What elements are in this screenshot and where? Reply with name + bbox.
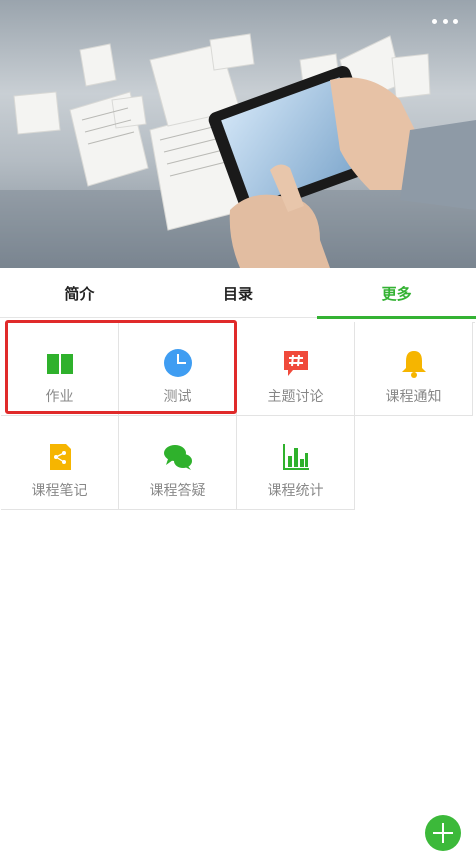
tab-catalog[interactable]: 目录	[159, 268, 318, 318]
bar-chart-icon	[282, 444, 309, 470]
bell-icon	[401, 351, 426, 378]
feature-label: 测试	[163, 389, 192, 405]
feature-homework[interactable]: 作业	[1, 322, 119, 416]
dot	[432, 18, 437, 24]
feature-label: 课程笔记	[31, 483, 88, 499]
banner-illustration	[0, 33, 476, 268]
feature-course-qa[interactable]: 课程答疑	[119, 416, 237, 510]
feature-label: 课程统计	[267, 483, 324, 499]
feature-label: 课程通知	[385, 389, 442, 405]
tab-intro[interactable]: 简介	[0, 268, 159, 318]
share-note-icon	[49, 444, 71, 470]
feature-course-notice[interactable]: 课程通知	[355, 322, 473, 416]
feature-label: 主题讨论	[267, 389, 324, 405]
book-icon	[46, 354, 73, 374]
tab-more[interactable]: 更多	[317, 268, 476, 319]
feature-topic-discussion[interactable]: 主题讨论	[237, 322, 355, 416]
feature-course-notes[interactable]: 课程笔记	[1, 416, 119, 510]
dot	[442, 18, 448, 24]
feature-course-statistics[interactable]: 课程统计	[237, 416, 355, 510]
more-options-button[interactable]	[432, 14, 458, 28]
dot	[453, 18, 458, 24]
feature-label: 课程答疑	[149, 483, 206, 499]
chat-bubbles-icon	[163, 445, 192, 470]
feature-label: 作业	[45, 389, 74, 405]
feature-test[interactable]: 测试	[119, 322, 237, 416]
course-banner-image	[0, 0, 476, 268]
add-button[interactable]	[425, 815, 461, 851]
hashtag-bubble-icon	[283, 351, 308, 376]
clock-icon	[163, 349, 192, 377]
course-tab-bar: 简介 目录 更多	[0, 268, 476, 319]
